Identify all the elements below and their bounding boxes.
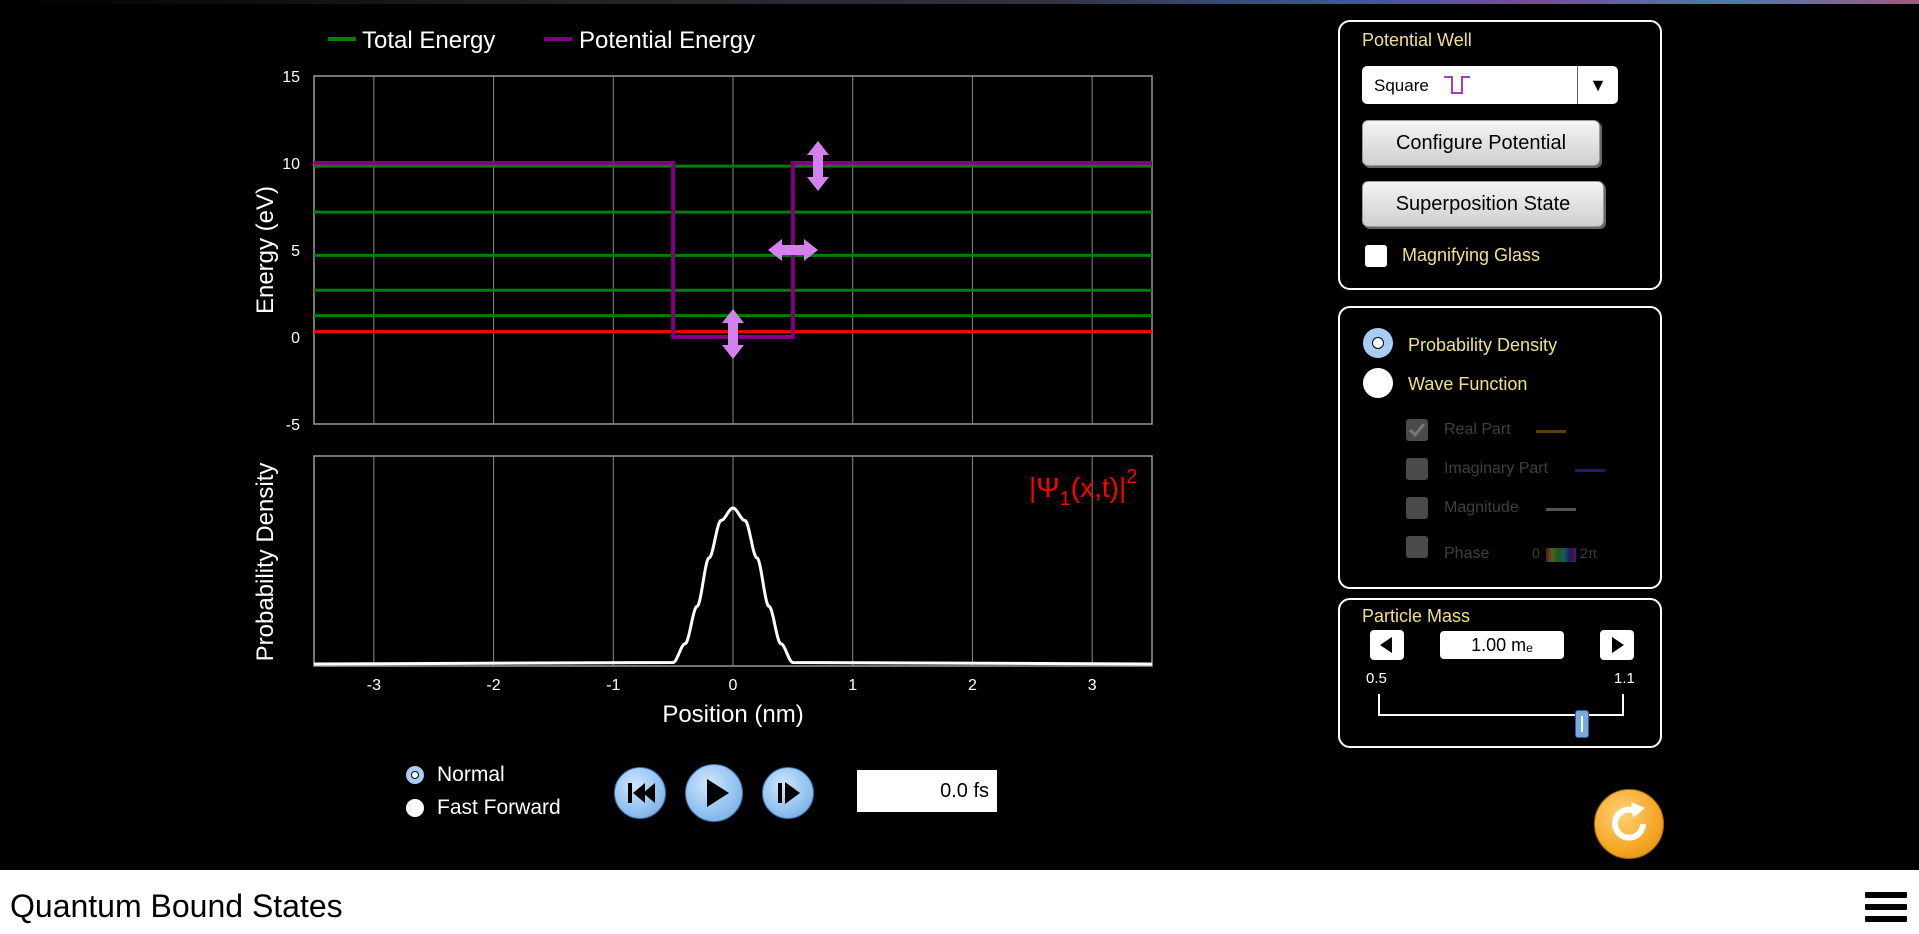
energy-y-tick: -5 [286,417,300,434]
position-x-tick: 1 [848,677,857,694]
square-well-icon [1444,76,1470,94]
energy-y-tick: 0 [291,330,300,347]
magnifying-glass-checkbox[interactable] [1365,245,1387,267]
app-title: Quantum Bound States [10,888,343,924]
potential-well-title: Potential Well [1362,30,1472,50]
fast-forward-radio[interactable] [406,799,424,817]
position-x-tick: -2 [486,677,500,694]
position-x-tick: -1 [606,677,620,694]
play-icon [707,779,729,807]
probability-grid [373,456,1093,666]
time-display: 0.0 fs [857,770,997,812]
magnitude-label: Magnitude [1444,499,1519,516]
position-x-ticks: -3 -2 -1 0 1 2 3 [367,677,1097,694]
imaginary-part-checkbox[interactable] [1406,458,1428,480]
potential-well-selected: Square [1374,76,1429,95]
annotation-sub: 1 [1060,488,1071,510]
wave-function-label: Wave Function [1408,374,1528,394]
potential-well-select[interactable]: Square ▼ [1362,66,1618,104]
triangle-right-icon [1612,637,1624,653]
position-x-axis-label: Position (nm) [662,701,803,728]
phase-label: Phase [1444,545,1490,562]
chevron-down-icon[interactable]: ▼ [1577,66,1618,104]
superposition-state-button[interactable]: Superposition State [1362,181,1604,227]
mass-value-display: 1.00 mₑ [1440,631,1564,659]
view-panel: Probability Density Wave Function Real P… [1338,306,1662,589]
mass-increase-button[interactable] [1600,630,1634,660]
reset-icon [1612,802,1646,841]
annotation-mid: (x,t)| [1071,472,1126,503]
magnitude-swatch [1546,508,1576,511]
phase-checkbox[interactable] [1406,536,1428,558]
probability-density-radio[interactable] [1363,328,1393,358]
probability-y-axis-label: Probability Density [252,463,279,662]
particle-mass-title: Particle Mass [1362,606,1471,626]
mass-max-label: 1.1 [1614,670,1635,687]
restart-button[interactable] [614,767,666,819]
mass-slider-thumb[interactable] [1575,710,1590,738]
magnifying-glass-label: Magnifying Glass [1402,245,1541,265]
particle-mass-panel: Particle Mass 1.00 mₑ 0.5 1.1 [1338,598,1662,748]
legend-potential-energy-label: Potential Energy [579,27,755,54]
position-x-tick: -3 [367,677,381,694]
energy-y-tick: 15 [282,69,300,86]
mass-decrease-button[interactable] [1370,630,1404,660]
energy-y-tick: 5 [291,243,300,260]
navigation-bar: Quantum Bound States [0,870,1919,934]
normal-speed-radio[interactable] [406,766,424,784]
imaginary-part-swatch [1575,469,1605,472]
real-part-swatch [1536,430,1566,433]
wave-function-radio[interactable] [1363,368,1393,398]
play-button[interactable] [685,764,743,822]
energy-y-axis-label: Energy (eV) [252,186,279,314]
magnitude-checkbox[interactable] [1406,497,1428,519]
hamburger-menu-icon[interactable] [1865,892,1907,928]
position-x-tick: 0 [729,677,738,694]
mass-min-label: 0.5 [1366,670,1387,687]
probability-density-label: Probability Density [1408,335,1558,355]
energy-y-ticks: 15 10 5 0 -5 [282,69,300,434]
annotation-sup: 2 [1126,466,1137,488]
real-part-label: Real Part [1444,421,1511,438]
wavefunction-annotation: |Ψ1(x,t)|2 [1029,466,1137,510]
legend-total-energy-label: Total Energy [362,27,495,54]
step-forward-icon [778,782,800,804]
phase-color-bar [1546,548,1576,562]
phase-zero-label: 0 [1532,545,1540,561]
configure-potential-button[interactable]: Configure Potential [1362,120,1600,166]
step-forward-button[interactable] [762,767,814,819]
triangle-left-icon [1380,637,1392,653]
energy-grid [373,76,1093,424]
position-x-tick: 2 [968,677,977,694]
fast-forward-label: Fast Forward [437,796,561,819]
skip-back-icon [628,783,655,803]
position-x-tick: 3 [1088,677,1097,694]
energy-y-tick: 10 [282,156,300,173]
potential-well-panel: Potential Well Square ▼ Configure Potent… [1338,20,1662,290]
phase-two-pi-label: 2π [1580,545,1598,561]
reset-all-button[interactable] [1594,789,1664,859]
checkmark-icon [1408,423,1426,438]
normal-speed-label: Normal [437,763,505,786]
annotation-base: |Ψ [1029,472,1060,503]
imaginary-part-label: Imaginary Part [1444,460,1549,477]
real-part-checkbox[interactable] [1406,419,1428,441]
